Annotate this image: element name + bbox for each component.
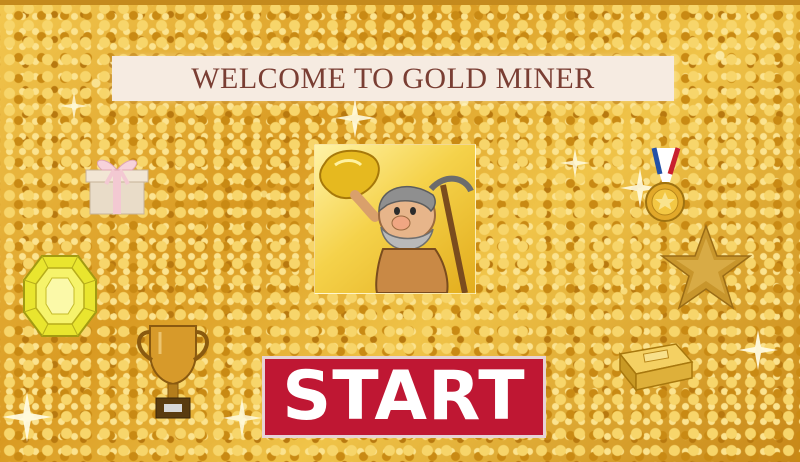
gift-box-icon	[85, 159, 149, 215]
sparkle-icon	[2, 392, 52, 442]
sparkle-icon	[222, 398, 262, 438]
sparkle-icon	[738, 330, 778, 370]
start-button[interactable]: START	[262, 356, 546, 438]
welcome-banner: WELCOME TO GOLD MINER	[112, 56, 674, 101]
top-border	[0, 0, 800, 5]
sparkle-icon	[60, 92, 88, 120]
gold-miner-icon	[319, 149, 474, 293]
medal-icon	[645, 147, 685, 222]
star-icon	[660, 224, 752, 310]
gold-bar-icon	[618, 343, 694, 393]
gem-icon	[23, 255, 97, 337]
gold-miner-character-art	[314, 144, 476, 294]
trophy-icon	[137, 325, 209, 419]
sparkle-icon	[335, 98, 375, 138]
game-title-screen: WELCOME TO GOLD MINER START	[0, 0, 800, 462]
sparkle-icon	[560, 148, 590, 178]
